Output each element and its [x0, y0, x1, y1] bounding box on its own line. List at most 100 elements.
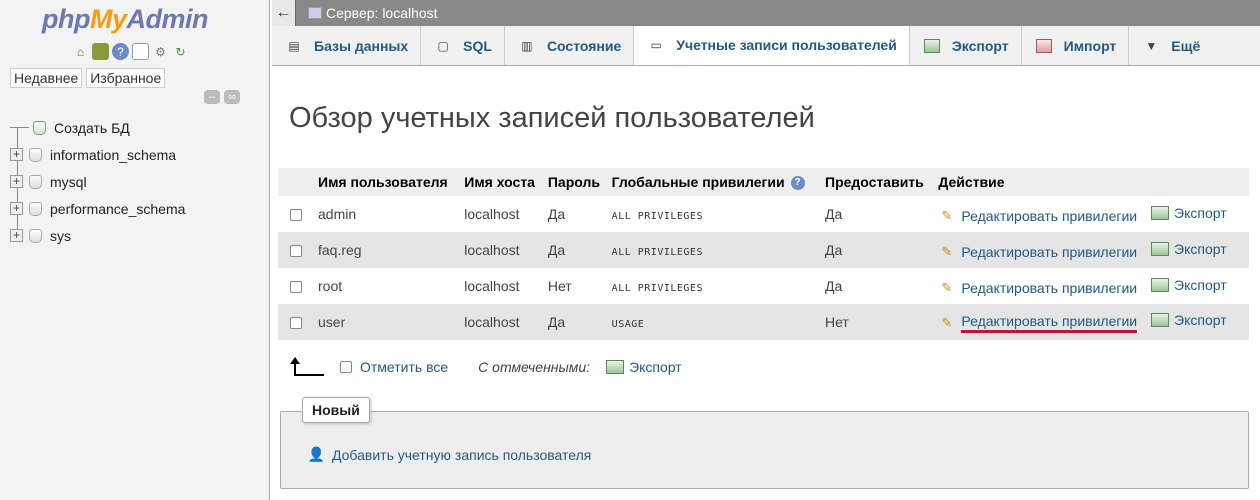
row-checkbox[interactable] — [290, 245, 302, 258]
cell-privileges: ALL PRIVILEGES — [611, 283, 703, 294]
add-user-link[interactable]: 👤 Добавить учетную запись пользователя — [307, 446, 592, 463]
edit-privileges-link[interactable]: ✎ Редактировать привилегии — [938, 280, 1137, 296]
tab-databases[interactable]: ▤ Базы данных — [272, 26, 422, 65]
settings-icon[interactable]: ⚙ — [152, 43, 169, 60]
tab-import[interactable]: Импорт — [1022, 26, 1130, 65]
export-link[interactable]: Экспорт — [1141, 205, 1227, 221]
page-title: Обзор учетных записей пользователей — [289, 102, 815, 134]
tab-sql[interactable]: ▢ SQL — [421, 26, 505, 65]
cell-privileges: ALL PRIVILEGES — [611, 247, 703, 258]
tab-export[interactable]: Экспорт — [910, 26, 1022, 65]
cell-username: faq.reg — [314, 232, 461, 268]
column-header-password: Пароль — [543, 168, 608, 196]
navigation-panel: phpMyAdmin ⌂ ? ⚙ ↻ Недавнее Избранное – … — [0, 0, 270, 500]
cell-privileges: ALL PRIVILEGES — [611, 211, 703, 222]
nav-recent-favorites: Недавнее Избранное — [10, 68, 166, 88]
cell-host: localhost — [460, 196, 544, 232]
cell-username: root — [314, 268, 461, 304]
export-link[interactable]: Экспорт — [1141, 312, 1227, 328]
expand-icon[interactable]: + — [10, 229, 23, 242]
back-button[interactable]: ← — [272, 0, 296, 26]
edit-privileges-icon: ✎ — [941, 243, 953, 259]
collapse-all-icon[interactable]: – — [204, 90, 220, 104]
help-icon[interactable]: ? — [790, 176, 805, 191]
header-label: Глобальные привилегии — [611, 173, 785, 190]
export-label: Экспорт — [1174, 240, 1227, 257]
tree-item-create-db[interactable]: Создать БД — [10, 114, 185, 141]
tree-item-information-schema[interactable]: + information_schema — [10, 141, 185, 168]
main-panel: ← Сервер: localhost ▤ Базы данных ▢ SQL … — [272, 0, 1260, 500]
export-icon — [1151, 241, 1170, 256]
tree-label[interactable]: information_schema — [50, 147, 176, 163]
check-all-link[interactable]: Отметить все — [360, 359, 448, 375]
table-row: faq.reg localhost Да ALL PRIVILEGES Да ✎… — [278, 232, 1249, 268]
edit-label: Редактировать привилегии — [961, 243, 1138, 260]
bulk-actions: Отметить все С отмеченными: Экспорт — [290, 357, 682, 376]
tree-item-mysql[interactable]: + mysql — [10, 168, 185, 195]
row-checkbox[interactable] — [290, 317, 302, 330]
tab-more[interactable]: ▼ Ещё — [1129, 26, 1212, 65]
database-icon: ▤ — [288, 38, 300, 53]
server-breadcrumb[interactable]: Сервер: localhost — [326, 5, 438, 21]
edit-privileges-icon: ✎ — [941, 279, 953, 295]
table-row: admin localhost Да ALL PRIVILEGES Да ✎ Ре… — [278, 196, 1249, 232]
favorites-tab[interactable]: Избранное — [86, 68, 166, 88]
database-icon — [29, 174, 42, 189]
add-user-icon: 👤 — [307, 446, 326, 462]
header-label: Предоставить — [825, 174, 924, 190]
tree-label[interactable]: mysql — [50, 174, 87, 190]
home-icon[interactable]: ⌂ — [72, 43, 89, 60]
table-row: root localhost Нет ALL PRIVILEGES Да ✎ Ре… — [278, 268, 1249, 304]
expand-icon[interactable]: + — [10, 148, 23, 161]
export-label: Экспорт — [629, 359, 682, 375]
tree-label[interactable]: Создать БД — [54, 120, 130, 136]
edit-privileges-icon: ✎ — [941, 207, 953, 223]
tree-label[interactable]: sys — [50, 228, 71, 244]
edit-privileges-link[interactable]: ✎ Редактировать привилегии — [938, 244, 1137, 260]
phpmyadmin-logo[interactable]: phpMyAdmin — [42, 4, 208, 35]
tree-item-sys[interactable]: + sys — [10, 222, 185, 249]
tree-controls: – ∞ — [204, 90, 240, 104]
tree-item-performance-schema[interactable]: + performance_schema — [10, 195, 185, 222]
logo-php: php — [42, 4, 90, 34]
db-icon[interactable] — [92, 43, 109, 60]
reload-icon[interactable]: ↻ — [172, 43, 189, 60]
row-checkbox[interactable] — [290, 209, 302, 222]
logo-my: My — [89, 4, 127, 34]
tab-label: Ещё — [1171, 37, 1201, 54]
add-user-label: Добавить учетную запись пользователя — [332, 446, 592, 463]
column-header-username: Имя пользователя — [314, 168, 461, 196]
cell-actions: ✎ Редактировать привилегии Экспорт — [934, 232, 1249, 268]
row-checkbox[interactable] — [290, 281, 302, 294]
users-icon: ▭ — [650, 38, 662, 52]
recent-tab[interactable]: Недавнее — [10, 68, 83, 88]
export-link[interactable]: Экспорт — [1141, 241, 1227, 257]
help-icon[interactable]: ? — [112, 43, 129, 60]
export-icon — [1151, 312, 1170, 327]
edit-label: Редактировать привилегии — [961, 207, 1138, 224]
user-accounts-table: Имя пользователя Имя хоста Пароль Глобал… — [278, 168, 1249, 340]
docs-icon[interactable] — [132, 43, 149, 60]
column-header-action: Действие — [934, 168, 1249, 196]
tab-label: Экспорт — [951, 37, 1009, 54]
edit-privileges-link[interactable]: ✎ Редактировать привилегии — [938, 313, 1138, 333]
link-icon[interactable]: ∞ — [224, 90, 240, 104]
with-selected-label: С отмеченными: — [478, 359, 591, 375]
export-link[interactable]: Экспорт — [1141, 277, 1227, 293]
tree-label[interactable]: performance_schema — [50, 201, 185, 217]
export-label: Экспорт — [1174, 311, 1227, 328]
export-label: Экспорт — [1174, 276, 1227, 293]
select-column-header — [278, 168, 314, 196]
tab-user-accounts[interactable]: ▭ Учетные записи пользователей — [634, 26, 910, 65]
export-label: Экспорт — [1174, 204, 1227, 221]
column-header-global-privileges: Глобальные привилегии? — [607, 168, 821, 196]
check-all-checkbox[interactable] — [340, 361, 352, 373]
expand-icon[interactable]: + — [10, 202, 23, 215]
expand-icon[interactable]: + — [10, 175, 23, 188]
cell-grant: Да — [821, 232, 935, 268]
tab-status[interactable]: ▥ Состояние — [505, 26, 635, 65]
tab-label: SQL — [463, 37, 492, 54]
export-selected-button[interactable]: Экспорт — [596, 359, 682, 375]
new-legend: Новый — [302, 397, 370, 423]
edit-privileges-link[interactable]: ✎ Редактировать привилегии — [938, 208, 1137, 224]
